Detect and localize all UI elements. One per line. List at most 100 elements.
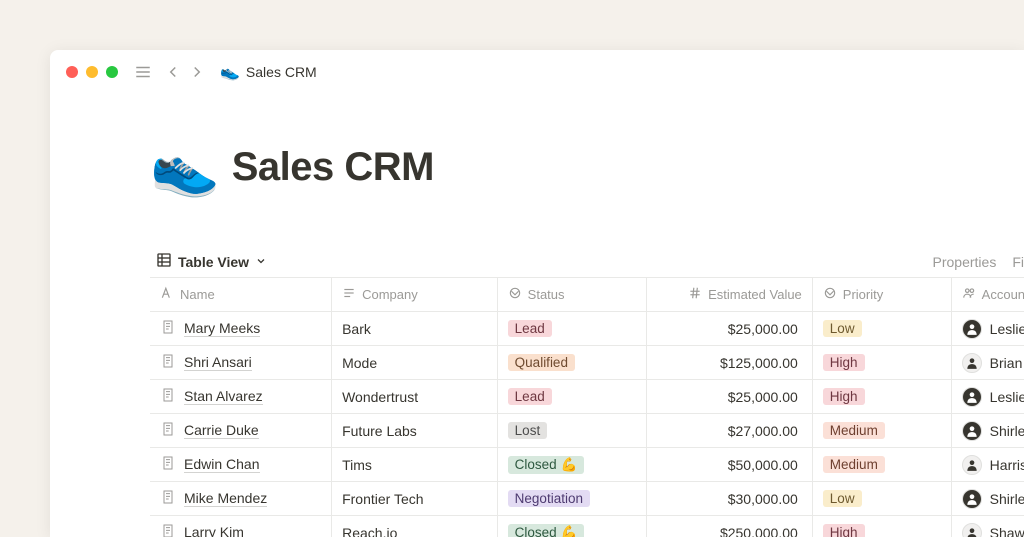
table-row[interactable]: Shri Ansari ModeQualified$125,000.00HighB…: [150, 346, 1024, 380]
name-cell[interactable]: Mary Meeks: [150, 312, 332, 346]
name-cell[interactable]: Larry Kim: [150, 516, 332, 537]
priority-cell[interactable]: High: [812, 380, 951, 414]
page-icon: [160, 489, 176, 508]
name-cell[interactable]: Mike Mendez: [150, 482, 332, 516]
table-row[interactable]: Mike Mendez Frontier Tech Negotiation $30,0…: [150, 482, 1024, 516]
status-cell[interactable]: Closed 💪: [497, 516, 647, 537]
column-header-company[interactable]: Company: [332, 278, 498, 312]
properties-button[interactable]: Properties: [933, 254, 997, 270]
page-icon[interactable]: 👟: [150, 134, 220, 200]
company-cell[interactable]: Reach.io: [332, 516, 498, 537]
company-cell[interactable]: Bark: [332, 312, 498, 346]
priority-tag: High: [823, 388, 865, 405]
company-cell[interactable]: Future Labs: [332, 414, 498, 448]
window-controls: [66, 66, 118, 78]
company-cell[interactable]: Tims: [332, 448, 498, 482]
value-cell[interactable]: $30,000.00: [647, 482, 813, 516]
priority-tag: High: [823, 524, 865, 537]
owner-cell[interactable]: Leslie Jensen: [951, 380, 1024, 414]
status-cell[interactable]: Lead: [497, 380, 647, 414]
priority-cell[interactable]: Low: [812, 312, 951, 346]
priority-cell[interactable]: High: [812, 516, 951, 537]
priority-cell[interactable]: Medium: [812, 414, 951, 448]
value-cell[interactable]: $25,000.00: [647, 312, 813, 346]
chevron-down-icon: [255, 254, 267, 270]
name-cell[interactable]: Carrie Duke: [150, 414, 332, 448]
data-table: Name Company Status Estimated Value Prio…: [150, 277, 1024, 537]
name-cell[interactable]: Edwin Chan: [150, 448, 332, 482]
filter-button[interactable]: Fi: [1012, 254, 1024, 270]
owner-cell[interactable]: Shirley Miao: [951, 482, 1024, 516]
name-link[interactable]: Carrie Duke: [184, 422, 259, 439]
priority-tag: Low: [823, 320, 862, 337]
column-header-priority[interactable]: Priority: [812, 278, 951, 312]
column-header-owner[interactable]: Account Owner: [951, 278, 1024, 312]
owner-cell[interactable]: Brian Park: [951, 346, 1024, 380]
table-row[interactable]: Edwin Chan Tims Closed 💪 $50,000.00Medium Ha…: [150, 448, 1024, 482]
owner-name: Leslie Jensen: [990, 321, 1024, 337]
avatar: [962, 421, 982, 441]
priority-cell[interactable]: Medium: [812, 448, 951, 482]
status-cell[interactable]: Closed 💪: [497, 448, 647, 482]
name-cell[interactable]: Shri Ansari: [150, 346, 332, 380]
page-content: 👟 Sales CRM Table View Properties Fi: [50, 94, 1024, 537]
owner-cell[interactable]: Harrison Mede: [951, 448, 1024, 482]
name-link[interactable]: Mike Mendez: [184, 490, 267, 507]
status-tag: Lead: [508, 388, 552, 405]
name-cell[interactable]: Stan Alvarez: [150, 380, 332, 414]
app-window: 👟 Sales CRM 👟 Sales CRM Table View Prope…: [50, 50, 1024, 537]
name-link[interactable]: Larry Kim: [184, 524, 244, 537]
name-link[interactable]: Stan Alvarez: [184, 388, 263, 405]
select-property-icon: [508, 286, 522, 303]
owner-name: Leslie Jensen: [990, 389, 1024, 405]
column-header-name[interactable]: Name: [150, 278, 332, 312]
company-cell[interactable]: Mode: [332, 346, 498, 380]
status-tag: Negotiation: [508, 490, 590, 507]
value-cell[interactable]: $125,000.00: [647, 346, 813, 380]
page-icon: [160, 523, 176, 537]
column-header-value[interactable]: Estimated Value: [647, 278, 813, 312]
priority-cell[interactable]: High: [812, 346, 951, 380]
page-icon: [160, 319, 176, 338]
owner-name: Shirley Miao: [990, 423, 1024, 439]
status-cell[interactable]: Lost: [497, 414, 647, 448]
company-cell[interactable]: Wondertrust: [332, 380, 498, 414]
value-cell[interactable]: $25,000.00: [647, 380, 813, 414]
breadcrumb[interactable]: 👟 Sales CRM: [220, 62, 317, 82]
status-tag: Closed 💪: [508, 456, 585, 474]
status-cell[interactable]: Lead: [497, 312, 647, 346]
status-cell[interactable]: Negotiation: [497, 482, 647, 516]
owner-name: Harrison Mede: [990, 457, 1024, 473]
page-title[interactable]: Sales CRM: [232, 145, 434, 190]
value-cell[interactable]: $27,000.00: [647, 414, 813, 448]
status-cell[interactable]: Qualified: [497, 346, 647, 380]
table-row[interactable]: Larry Kim Reach.ioClosed 💪$250,000.00 High…: [150, 516, 1024, 537]
owner-cell[interactable]: Shirley Miao: [951, 414, 1024, 448]
status-tag: Lost: [508, 422, 548, 439]
owner-cell[interactable]: Leslie Jensen: [951, 312, 1024, 346]
table-row[interactable]: Stan Alvarez Wondertrust Lead $25,000.00 Hig…: [150, 380, 1024, 414]
company-cell[interactable]: Frontier Tech: [332, 482, 498, 516]
avatar: [962, 523, 982, 537]
select-property-icon: [823, 286, 837, 303]
nav-forward-button[interactable]: [188, 63, 206, 81]
value-cell[interactable]: $250,000.00: [647, 516, 813, 537]
column-header-status[interactable]: Status: [497, 278, 647, 312]
name-link[interactable]: Edwin Chan: [184, 456, 260, 473]
table-row[interactable]: Carrie Duke Future Labs Lost $27,000.00Medi…: [150, 414, 1024, 448]
menu-icon[interactable]: [134, 63, 152, 81]
priority-cell[interactable]: Low: [812, 482, 951, 516]
view-bar: Table View Properties Fi: [150, 248, 1024, 275]
value-cell[interactable]: $50,000.00: [647, 448, 813, 482]
minimize-window-button[interactable]: [86, 66, 98, 78]
name-link[interactable]: Mary Meeks: [184, 320, 260, 337]
maximize-window-button[interactable]: [106, 66, 118, 78]
view-selector[interactable]: Table View: [150, 248, 273, 275]
table-row[interactable]: Mary Meeks BarkLead$25,000.00 Low Leslie Je…: [150, 312, 1024, 346]
owner-cell[interactable]: Shawn Sanche: [951, 516, 1024, 537]
number-property-icon: [688, 286, 702, 303]
table-container: Name Company Status Estimated Value Prio…: [150, 277, 1024, 537]
name-link[interactable]: Shri Ansari: [184, 354, 252, 371]
nav-back-button[interactable]: [164, 63, 182, 81]
close-window-button[interactable]: [66, 66, 78, 78]
